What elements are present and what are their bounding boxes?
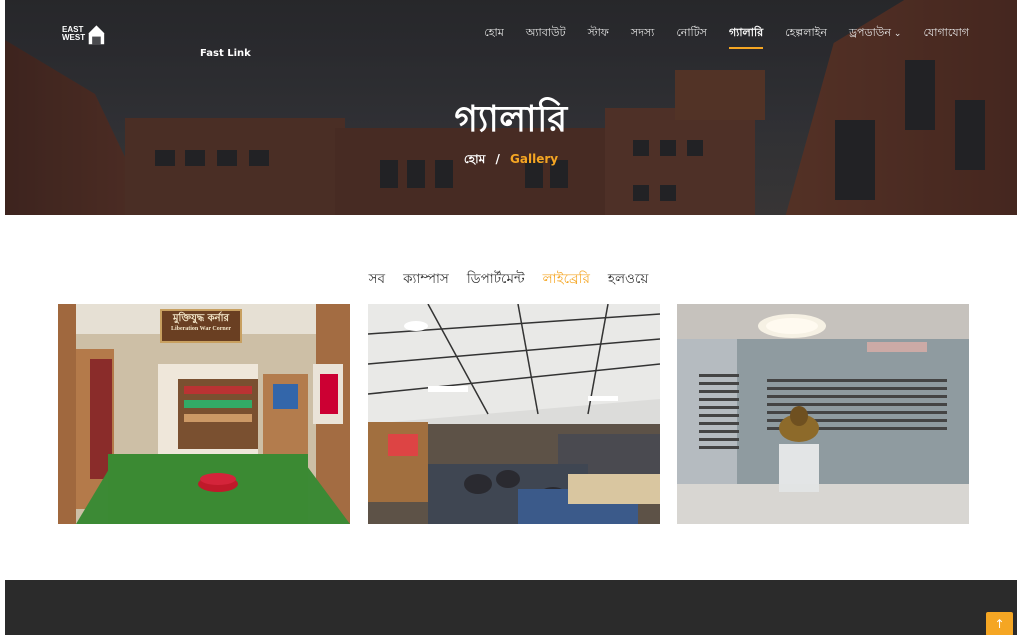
corner-sign: মুক্তিযুদ্ধ কর্নার Liberation War Corner	[164, 313, 238, 334]
nav-item-contact[interactable]: যোগাযোগ	[923, 24, 969, 47]
page-title: গ্যালারি	[454, 99, 568, 140]
breadcrumb-current: Gallery	[510, 152, 559, 166]
house-logo-icon	[88, 25, 105, 45]
footer-heading: Fast Link	[200, 48, 251, 59]
breadcrumb: হোম / Gallery	[5, 151, 1017, 171]
nav-item-gallery[interactable]: গ্যালারি	[728, 24, 764, 49]
filter-hallway[interactable]: হলওয়ে	[608, 268, 648, 291]
corner-sign-subtitle: Liberation War Corner	[170, 326, 232, 332]
chevron-down-icon: ⌄	[893, 29, 902, 39]
arrow-up-icon: ↑	[994, 617, 1005, 631]
main-nav: হোম অ্যাবাউট স্টাফ সদস্য নোটিস গ্যালারি …	[462, 24, 969, 49]
nav-item-about[interactable]: অ্যাবাউট	[526, 24, 566, 47]
breadcrumb-separator: /	[495, 152, 500, 166]
bust-memorial-photo	[677, 304, 969, 524]
footer	[5, 580, 1017, 635]
nav-item-staff[interactable]: স্টাফ	[588, 24, 609, 47]
nav-item-members[interactable]: সদস্য	[631, 24, 655, 47]
site-logo[interactable]: EAST WEST	[62, 20, 106, 48]
gallery-image-bust-memorial[interactable]	[677, 304, 969, 524]
logo-text-line2: WEST	[62, 33, 86, 42]
reading-room-photo	[368, 304, 660, 524]
breadcrumb-home-link[interactable]: হোম	[464, 152, 485, 166]
hero-banner: EAST WEST হোম অ্যাবাউট স্টাফ সদস্য নোটিস…	[5, 0, 1017, 215]
nav-item-notice[interactable]: নোটিস	[676, 24, 707, 47]
scroll-to-top-button[interactable]: ↑	[986, 612, 1013, 635]
gallery-image-reading-room[interactable]	[368, 304, 660, 524]
filter-library[interactable]: লাইব্রেরি	[543, 268, 590, 291]
logo-text: EAST WEST	[62, 26, 85, 42]
filter-all[interactable]: সব	[369, 268, 385, 291]
nav-item-dropdown-label: ড্রপডাউন	[848, 26, 891, 39]
corner-sign-title: মুক্তিযুদ্ধ কর্নার	[172, 313, 230, 324]
page: EAST WEST হোম অ্যাবাউট স্টাফ সদস্য নোটিস…	[0, 0, 1017, 635]
gallery-filter-bar: সব ক্যাম্পাস ডিপার্টমেন্ট লাইব্রেরি হলওয…	[0, 268, 1017, 291]
filter-department[interactable]: ডিপার্টমেন্ট	[467, 268, 525, 291]
nav-item-dropdown[interactable]: ড্রপডাউন ⌄	[849, 24, 902, 47]
nav-item-helpline[interactable]: হেল্পলাইন	[785, 24, 827, 47]
library-corner-photo	[58, 304, 350, 524]
gallery-image-liberation-war-corner[interactable]: মুক্তিযুদ্ধ কর্নার Liberation War Corner	[58, 304, 350, 524]
nav-item-home[interactable]: হোম	[484, 24, 504, 47]
filter-campus[interactable]: ক্যাম্পাস	[403, 268, 449, 291]
